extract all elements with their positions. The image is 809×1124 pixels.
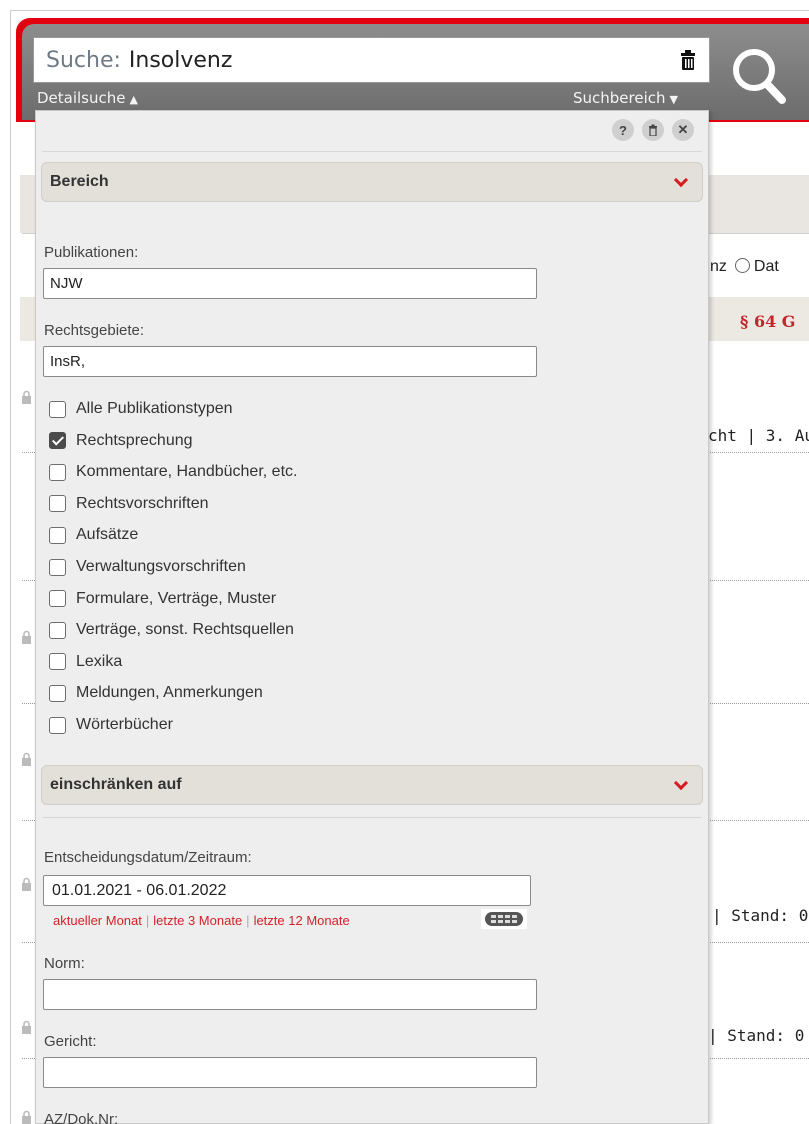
caret-down-icon: ▼ [669,93,678,106]
decision-date-field[interactable]: 01.01.2021 - 06.01.2022 [43,875,531,906]
search-scope-toggle[interactable]: Suchbereich ▼ [573,89,678,107]
reset-trash-icon[interactable] [642,119,664,141]
chevron-down-icon [674,779,686,791]
search-query-text: Insolvenz [128,47,233,73]
section-bereich-header[interactable]: Bereich [41,162,703,202]
publication-type-option[interactable]: Rechtsprechung [49,432,193,450]
calendar-picker-icon[interactable] [481,909,527,929]
publication-type-label: Verwaltungsvorschriften [76,558,246,575]
search-button[interactable] [712,30,809,120]
date-quick-links: aktueller Monat | letzte 3 Monate | letzte 1… [53,913,350,928]
publication-type-option[interactable]: Lexika [49,653,122,671]
publication-type-option[interactable]: Rechtsvorschriften [49,495,209,513]
search-prefix-label: Suche: [46,47,121,73]
lock-icon [22,1110,31,1124]
publication-type-option[interactable]: Aufsätze [49,526,138,544]
background-sort-options: nz Dat [710,258,779,276]
publication-type-option[interactable]: Kommentare, Handbücher, etc. [49,463,297,481]
publication-type-label: Aufsätze [76,526,139,544]
legal-fields-label: Rechtsgebiete: [44,322,145,339]
publication-type-label: Kommentare, Handbücher, etc. [76,463,298,481]
checkbox-unchecked[interactable] [49,653,66,671]
lock-icon [22,1020,31,1034]
docket-number-label: AZ/Dok.Nr: [44,1111,119,1124]
background-result-3[interactable]: | Stand: 0 [708,1026,804,1045]
publication-type-label: Rechtsvorschriften [76,494,209,512]
publication-type-option[interactable]: Meldungen, Anmerkungen [49,684,263,702]
detail-search-toggle[interactable]: Detailsuche ▲ [37,89,138,107]
caret-up-icon: ▲ [129,93,138,106]
publication-type-option[interactable]: Verträge, sonst. Rechtsquellen [49,621,294,639]
checkbox-unchecked[interactable] [49,558,66,576]
publication-type-label: Meldungen, Anmerkungen [76,684,263,702]
publication-type-option[interactable]: Alle Publikationstypen [49,400,233,418]
lock-icon [22,752,31,766]
search-input[interactable]: Suche: Insolvenz [33,37,710,83]
checkbox-unchecked[interactable] [49,621,66,639]
quick-last-12-months-link[interactable]: letzte 12 Monate [254,913,350,928]
checkbox-unchecked[interactable] [49,590,66,608]
background-result-2[interactable]: | Stand: 0 [712,906,808,925]
checkbox-unchecked[interactable] [49,400,66,418]
lock-icon [22,630,31,644]
chevron-down-icon [674,176,686,188]
quick-last-3-months-link[interactable]: letzte 3 Monate [153,913,242,928]
publication-type-label: Lexika [76,652,123,670]
publication-type-option[interactable]: Wörterbücher [49,716,173,734]
panel-divider [42,817,702,818]
close-icon[interactable]: ✕ [672,119,694,141]
publication-type-label: Wörterbücher [76,716,173,733]
checkbox-unchecked[interactable] [49,716,66,734]
publication-type-label: Alle Publikationstypen [76,400,233,417]
detail-search-panel: ? ✕ Bereich Publikationen: NJW Rechtsgeb… [35,110,709,1124]
court-label: Gericht: [44,1033,97,1050]
court-field[interactable] [43,1057,537,1088]
background-result-1[interactable]: cht | 3. Au [708,426,809,445]
publications-field[interactable]: NJW [43,268,537,299]
section-bereich-title: Bereich [50,173,109,190]
section-restrict-header[interactable]: einschränken auf [41,765,703,805]
publication-type-option[interactable]: Verwaltungsvorschriften [49,558,246,576]
checkbox-unchecked[interactable] [49,495,66,513]
publications-label: Publikationen: [44,244,139,261]
norm-field[interactable] [43,979,537,1010]
publication-type-option[interactable]: Formulare, Verträge, Muster [49,590,276,608]
panel-divider [42,151,702,152]
section-restrict-title: einschränken auf [50,776,182,793]
help-icon[interactable]: ? [612,119,634,141]
publication-type-label: Verträge, sonst. Rechtsquellen [76,621,294,639]
background-norm-link[interactable]: § 64 G [740,312,795,331]
search-scope-label: Suchbereich [573,89,666,107]
publication-type-label: Rechtsprechung [76,431,193,449]
norm-label: Norm: [44,955,85,972]
decision-date-label: Entscheidungsdatum/Zeitraum: [44,849,252,866]
publication-type-label: Formulare, Verträge, Muster [76,589,277,607]
detail-search-label: Detailsuche [37,89,126,107]
background-radio-fragment: nz [710,258,727,275]
checkbox-unchecked[interactable] [49,526,66,544]
background-radio-label: Dat [753,258,779,275]
checkbox-checked[interactable] [49,432,66,450]
clear-search-trash-icon[interactable] [679,49,697,71]
legal-fields-field[interactable]: InsR, [43,346,537,377]
sort-date-radio[interactable] [734,258,750,273]
checkbox-unchecked[interactable] [49,684,66,702]
page: Suche: Insolvenz Detailsuche ▲ Suchbereic… [0,0,809,1124]
lock-icon [22,877,31,891]
magnifier-icon [733,49,786,104]
lock-icon [22,390,31,404]
checkbox-unchecked[interactable] [49,463,66,481]
panel-toolbar: ? ✕ [612,119,694,141]
quick-current-month-link[interactable]: aktueller Monat [53,913,142,928]
